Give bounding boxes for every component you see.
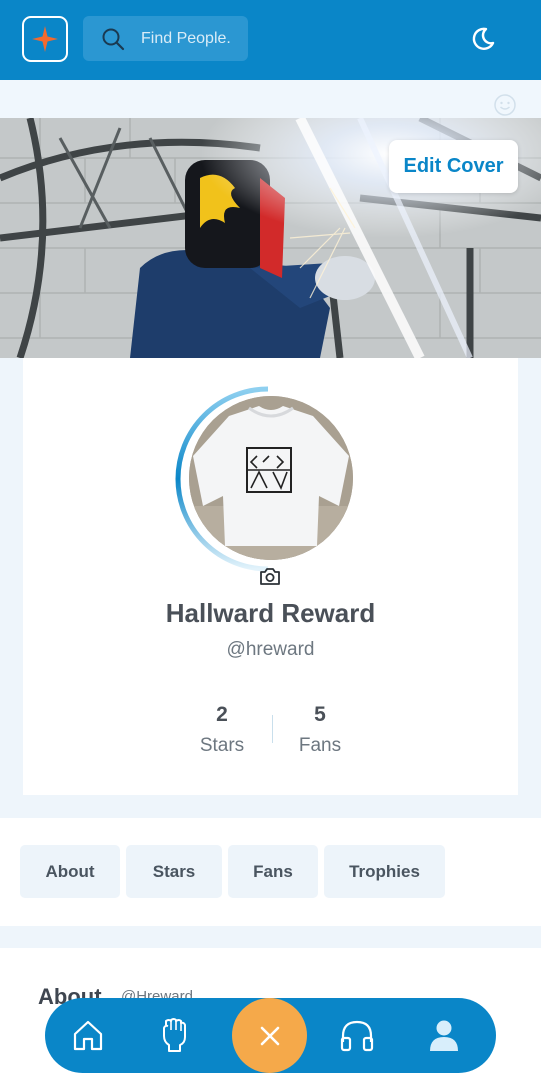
nav-close-button[interactable] xyxy=(232,998,307,1073)
tab-trophies[interactable]: Trophies xyxy=(324,845,445,898)
nav-raised-fist[interactable] xyxy=(155,1016,193,1054)
search-input[interactable] xyxy=(141,24,241,54)
profile-handle: @hreward xyxy=(226,639,315,660)
stat-stars-count: 2 xyxy=(216,703,228,726)
stat-stars[interactable]: 2 Stars xyxy=(172,703,272,757)
stat-stars-label: Stars xyxy=(199,735,245,756)
smiley-icon xyxy=(494,94,516,116)
tab-about[interactable]: About xyxy=(20,845,120,898)
star-logo-icon xyxy=(32,26,58,52)
dark-mode-moon-icon[interactable] xyxy=(470,26,496,52)
raised-fist-icon xyxy=(163,1018,186,1052)
nav-headphones[interactable] xyxy=(338,1016,376,1054)
top-bar xyxy=(0,0,541,80)
home-icon xyxy=(73,1020,103,1051)
avatar[interactable] xyxy=(189,396,353,560)
sweatshirt-avatar-image xyxy=(189,396,353,560)
profile-icon xyxy=(430,1020,458,1051)
tab-fans[interactable]: Fans xyxy=(228,845,318,898)
stat-fans-label: Fans xyxy=(298,735,342,756)
profile-card: Hallward Reward @hreward 2 Stars 5 Fans xyxy=(23,358,518,795)
bottom-nav xyxy=(45,998,496,1073)
app-logo-button[interactable] xyxy=(22,16,68,62)
tab-stars[interactable]: Stars xyxy=(126,845,222,898)
stat-fans-count: 5 xyxy=(314,703,326,726)
search-icon xyxy=(102,28,125,51)
close-icon xyxy=(260,1026,279,1045)
stat-fans[interactable]: 5 Fans xyxy=(270,703,370,757)
edit-cover-button[interactable]: Edit Cover xyxy=(389,140,518,193)
search-box[interactable] xyxy=(83,16,248,61)
headphones-icon xyxy=(340,1020,374,1052)
background-strip xyxy=(0,80,541,118)
camera-icon[interactable] xyxy=(259,566,281,586)
nav-profile[interactable] xyxy=(425,1016,463,1054)
profile-name: Hallward Reward xyxy=(165,598,376,628)
nav-home[interactable] xyxy=(69,1016,107,1054)
